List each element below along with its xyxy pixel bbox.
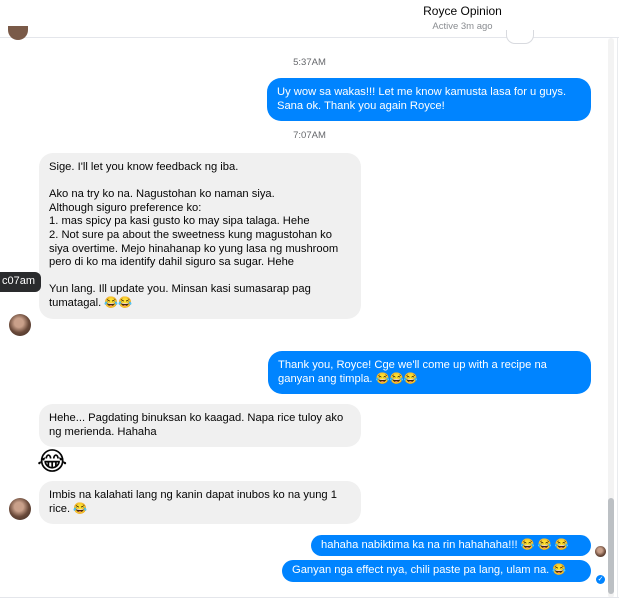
message-bubble-outgoing[interactable]: Thank you, Royce! Cge we'll come up with…: [268, 351, 591, 395]
check-icon: ✓: [596, 575, 605, 584]
contact-avatar[interactable]: [9, 498, 31, 520]
message-bubble-incoming[interactable]: Imbis na kalahati lang ng kanin dapat in…: [39, 481, 361, 525]
message-time-tooltip: c07am: [0, 272, 42, 292]
panel-divider: [617, 38, 618, 598]
composer-divider: [0, 597, 619, 598]
message-bubble-incoming[interactable]: Sige. I'll let you know feedback ng iba.…: [39, 153, 361, 319]
laughing-tears-emoji[interactable]: 😂: [37, 449, 67, 475]
message-bubble-incoming[interactable]: Hehe... Pagdating binuksan ko kaagad. Na…: [39, 404, 361, 448]
message-thread: 5:37AM Uy wow sa wakas!!! Let me know ka…: [0, 38, 619, 598]
conversation-header: Royce Opinion Active 3m ago: [0, 0, 619, 44]
message-bubble-outgoing[interactable]: Uy wow sa wakas!!! Let me know kamusta l…: [267, 78, 591, 122]
scrollbar[interactable]: [606, 38, 616, 598]
timestamp: 5:37AM: [293, 57, 326, 68]
scrollbar-thumb[interactable]: [608, 498, 614, 594]
message-bubble-outgoing[interactable]: hahaha nabiktima ka na rin hahahaha!!! 😂…: [311, 535, 591, 556]
timestamp: 7:07AM: [293, 130, 326, 141]
read-receipt-avatar: [595, 546, 606, 557]
contact-name[interactable]: Royce Opinion: [0, 4, 619, 18]
contact-avatar[interactable]: [9, 314, 31, 336]
message-bubble-outgoing[interactable]: Ganyan nga effect nya, chili paste pa la…: [282, 560, 591, 582]
